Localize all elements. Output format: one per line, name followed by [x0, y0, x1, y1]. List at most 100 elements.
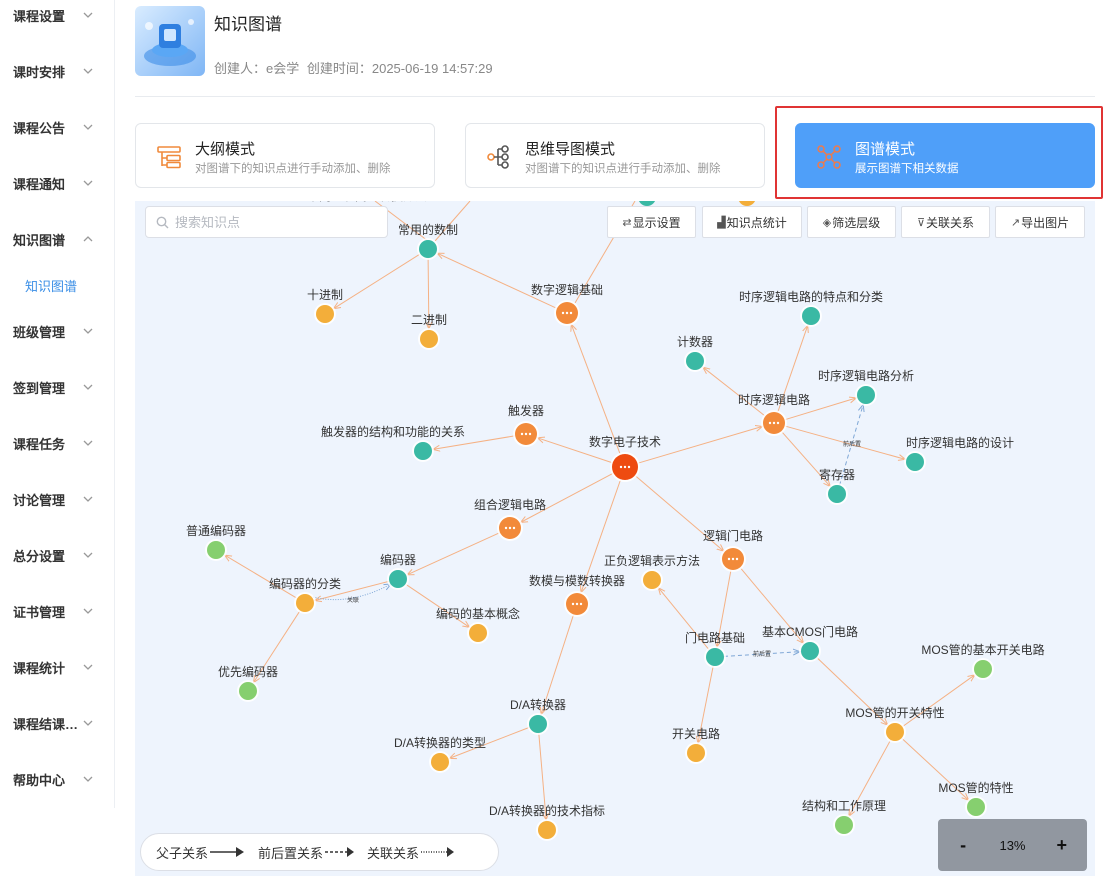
layers-icon: ◈: [822, 216, 832, 229]
graph-node-sx[interactable]: 时序逻辑电路: [738, 392, 810, 436]
graph-node-yxbm[interactable]: 优先编码器: [218, 664, 278, 702]
graph-node-mostx[interactable]: MOS管的特性: [938, 780, 1014, 818]
graph-node-dajs[interactable]: D/A转换器的技术指标: [489, 803, 605, 841]
graph-node-sxsj[interactable]: 时序逻辑电路的设计: [904, 435, 1014, 473]
sidebar-item-2[interactable]: 课程公告: [0, 112, 114, 142]
sidebar-item-1[interactable]: 课时安排: [0, 56, 114, 86]
sidebar-item-7[interactable]: 课程任务: [0, 428, 114, 458]
sidebar-item-11[interactable]: 课程统计: [0, 652, 114, 682]
graph-node-label: 基本CMOS门电路: [762, 624, 858, 639]
graph-node-zh[interactable]: 组合逻辑电路: [474, 497, 546, 541]
legend-parent-child: 父子关系: [156, 843, 246, 862]
graph-node-label: 数字逻辑基础: [531, 282, 603, 297]
association-button[interactable]: ⊽ 关联关系: [901, 206, 990, 238]
export-icon: ↗: [1010, 216, 1021, 229]
graph-node-label: 普通编码器: [186, 523, 246, 538]
graph-node-cy[interactable]: 常用的数制: [398, 222, 458, 260]
graph-node-smz[interactable]: 数模与模数转换器: [529, 573, 625, 617]
sidebar-subitem-knowledge-graph[interactable]: 知识图谱: [25, 276, 77, 295]
sidebar-item-10[interactable]: 证书管理: [0, 596, 114, 626]
mindmap-icon: [487, 145, 509, 169]
graph-node-ljm[interactable]: 逻辑门电路: [703, 528, 763, 572]
graph-node-cfq[interactable]: 触发器: [508, 403, 544, 447]
graph-node-mdj[interactable]: 门电路基础: [685, 630, 745, 668]
sidebar-item-label: 总分设置: [13, 548, 66, 564]
graph-node-label: 数字电子技术: [589, 434, 661, 449]
graph-node-jcq[interactable]: 寄存器: [819, 467, 855, 505]
export-image-label: 导出图片: [1021, 215, 1070, 230]
sidebar-item-label: 课时安排: [13, 64, 66, 80]
zoom-in-button[interactable]: +: [1048, 835, 1076, 856]
sidebar-item-0[interactable]: 课程设置: [0, 0, 114, 30]
graph-node-sxtd[interactable]: 时序逻辑电路的特点和分类: [739, 289, 883, 327]
association-label: 关联关系: [926, 215, 975, 230]
sidebar-item-8[interactable]: 讨论管理: [0, 484, 114, 514]
graph-node-jg[interactable]: 结构和工作原理: [802, 798, 886, 836]
chevron-down-icon: [83, 552, 93, 558]
graph-node-label: 门电路基础: [685, 630, 745, 645]
sidebar-item-label: 课程公告: [13, 120, 66, 136]
sidebar-item-6[interactable]: 签到管理: [0, 372, 114, 402]
graph-svg[interactable]: 不同进制间的转换方法前后置前后置关联数字电子技术数字逻辑基础常用的数制十进制二进…: [135, 201, 1095, 876]
zoom-level: 13%: [999, 837, 1026, 853]
sidebar-item-label: 课程统计: [13, 660, 66, 676]
graph-node-bmq[interactable]: 编码器: [380, 552, 416, 590]
export-image-button[interactable]: ↗ 导出图片: [995, 206, 1085, 238]
graph-node-bmfl[interactable]: 编码器的分类: [269, 576, 341, 614]
knowledge-stats-label: 知识点统计: [726, 215, 787, 230]
dotted-arrow-icon: [421, 847, 455, 857]
chevron-down-icon: [83, 776, 93, 782]
graph-node-label: 编码器: [380, 552, 416, 567]
sidebar-item-label: 课程任务: [13, 436, 66, 452]
chevron-down-icon: [83, 68, 93, 74]
sidebar-item-13[interactable]: 帮助中心: [0, 764, 114, 794]
graph-node-label: 触发器: [508, 403, 544, 418]
graph-node-sxfx[interactable]: 时序逻辑电路分析: [818, 368, 914, 406]
search-input[interactable]: [175, 214, 375, 230]
graph-node-ptbm[interactable]: 普通编码器: [186, 523, 246, 561]
graph-node-dalx[interactable]: D/A转换器的类型: [394, 735, 486, 773]
sidebar-item-12[interactable]: 课程结课…: [0, 708, 114, 738]
sidebar-item-3[interactable]: 课程通知: [0, 168, 114, 198]
sidebar-item-4[interactable]: 知识图谱: [0, 224, 114, 254]
sidebar-item-label: 课程设置: [13, 8, 66, 24]
graph-node-label: D/A转换器的技术指标: [489, 803, 605, 818]
sidebar-item-label: 课程通知: [13, 176, 66, 192]
search-box[interactable]: [145, 206, 388, 238]
knowledge-stats-button[interactable]: ▟ 知识点统计: [702, 206, 802, 238]
graph-node-root[interactable]: 数字电子技术: [589, 434, 661, 482]
outline-mode-card[interactable]: 大纲模式 对图谱下的知识点进行手动添加、删除: [135, 123, 435, 188]
graph-edge: [333, 253, 421, 309]
zoom-out-button[interactable]: -: [949, 835, 977, 856]
mindmap-mode-title: 思维导图模式: [525, 141, 616, 158]
graph-node-cfqjg[interactable]: 触发器的结构和功能的关系: [321, 424, 465, 462]
graph-node-label: 逻辑门电路: [703, 528, 763, 543]
graph-node-label: 优先编码器: [218, 664, 278, 679]
sidebar-item-label: 帮助中心: [13, 772, 66, 788]
filter-level-button[interactable]: ◈ 筛选层级: [807, 206, 896, 238]
graph-node-sz[interactable]: 数字逻辑基础: [531, 282, 603, 326]
legend-prerequisite-label: 前后置关系: [258, 845, 324, 861]
knowledge-graph-canvas[interactable]: 不同进制间的转换方法前后置前后置关联数字电子技术数字逻辑基础常用的数制十进制二进…: [135, 201, 1095, 876]
graph-node-mosjb[interactable]: MOS管的基本开关电路: [921, 642, 1045, 680]
sidebar-item-9[interactable]: 总分设置: [0, 540, 114, 570]
page-title: 知识图谱: [214, 15, 282, 34]
graph-node-ejz[interactable]: 二进制: [411, 313, 447, 350]
chevron-down-icon: [83, 328, 93, 334]
graph-node-label: 触发器的结构和功能的关系: [321, 424, 465, 439]
graph-node-label: D/A转换器: [510, 697, 566, 712]
divider: [135, 96, 1095, 97]
graph-mode-card[interactable]: 图谱模式 展示图谱下相关数据: [795, 123, 1095, 188]
graph-node-kg[interactable]: 开关电路: [672, 726, 720, 764]
graph-mode-desc: 展示图谱下相关数据: [855, 163, 959, 175]
graph-node-mosk[interactable]: MOS管的开关特性: [845, 705, 945, 743]
legend-association-label: 关联关系: [367, 845, 420, 861]
graph-node-jsq[interactable]: 计数器: [677, 334, 713, 372]
display-settings-button[interactable]: ⇄ 显示设置: [607, 206, 696, 238]
graph-node-da[interactable]: D/A转换器: [510, 697, 566, 735]
graph-node-bmgn[interactable]: 编码的基本概念: [436, 606, 520, 644]
graph-node-cmos[interactable]: 基本CMOS门电路: [762, 624, 858, 662]
graph-edge: [703, 367, 766, 417]
mindmap-mode-card[interactable]: 思维导图模式 对图谱下的知识点进行手动添加、删除: [465, 123, 765, 188]
sidebar-item-5[interactable]: 班级管理: [0, 316, 114, 346]
